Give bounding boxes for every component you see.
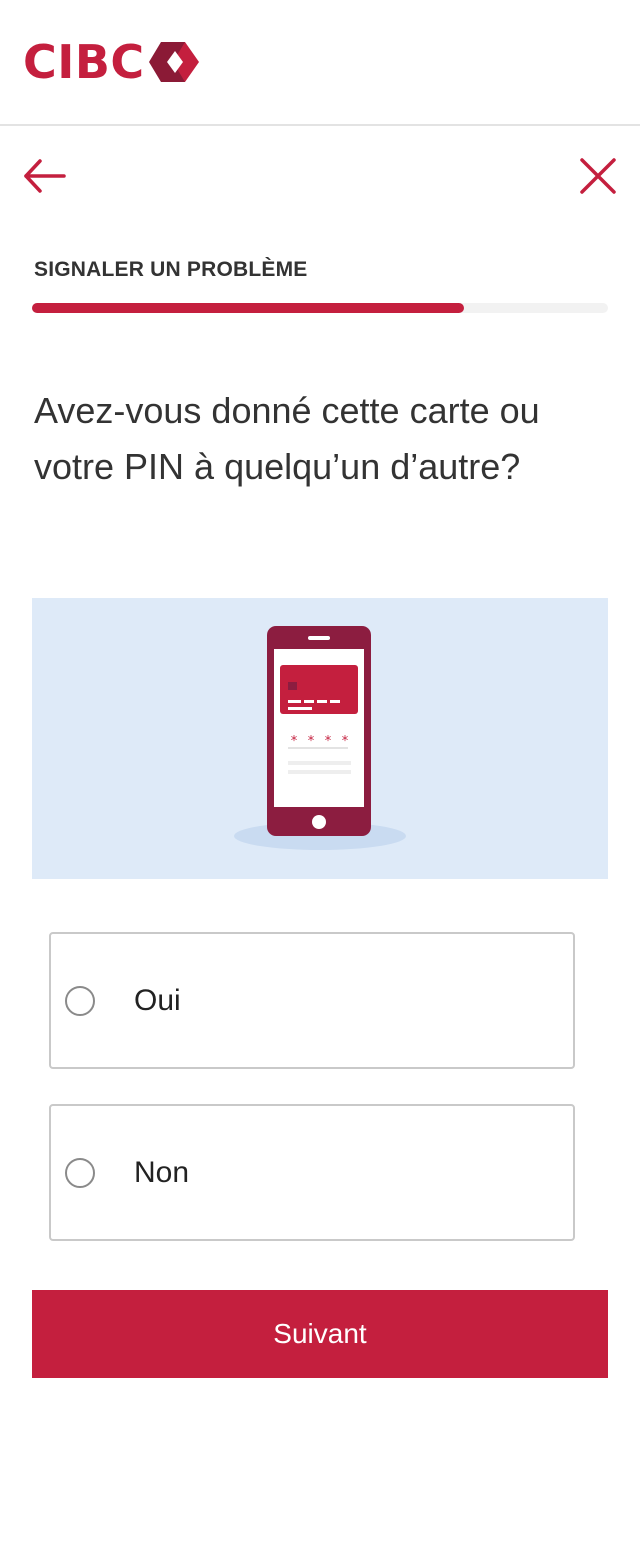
- step-title: SIGNALER UN PROBLÈME: [34, 258, 308, 281]
- illustration-panel: * * * *: [32, 598, 608, 879]
- next-button[interactable]: Suivant: [32, 1290, 608, 1378]
- logo-text: CIBC: [23, 35, 145, 89]
- svg-text:*: *: [308, 734, 315, 749]
- option-non[interactable]: Non: [49, 1104, 575, 1241]
- progress-bar-fill: [32, 303, 464, 313]
- option-label-non: Non: [134, 1156, 190, 1189]
- close-button[interactable]: [576, 154, 620, 198]
- svg-text:*: *: [342, 734, 349, 749]
- radio-oui[interactable]: [65, 986, 95, 1016]
- svg-text:*: *: [325, 734, 332, 749]
- arrow-left-icon: [24, 159, 66, 193]
- option-label-oui: Oui: [134, 984, 181, 1017]
- back-button[interactable]: [22, 156, 66, 196]
- close-icon: [580, 158, 616, 194]
- option-oui[interactable]: Oui: [49, 932, 575, 1069]
- cibc-diamond-icon: [148, 42, 199, 82]
- question-text: Avez-vous donné cette carte ou votre PIN…: [34, 390, 540, 487]
- progress-bar: [32, 303, 608, 313]
- svg-text:*: *: [291, 734, 298, 749]
- radio-non[interactable]: [65, 1158, 95, 1188]
- phone-card-pin-icon: * * * *: [234, 626, 406, 850]
- cibc-logo[interactable]: CIBC: [23, 38, 201, 86]
- top-bar: CIBC: [0, 0, 640, 126]
